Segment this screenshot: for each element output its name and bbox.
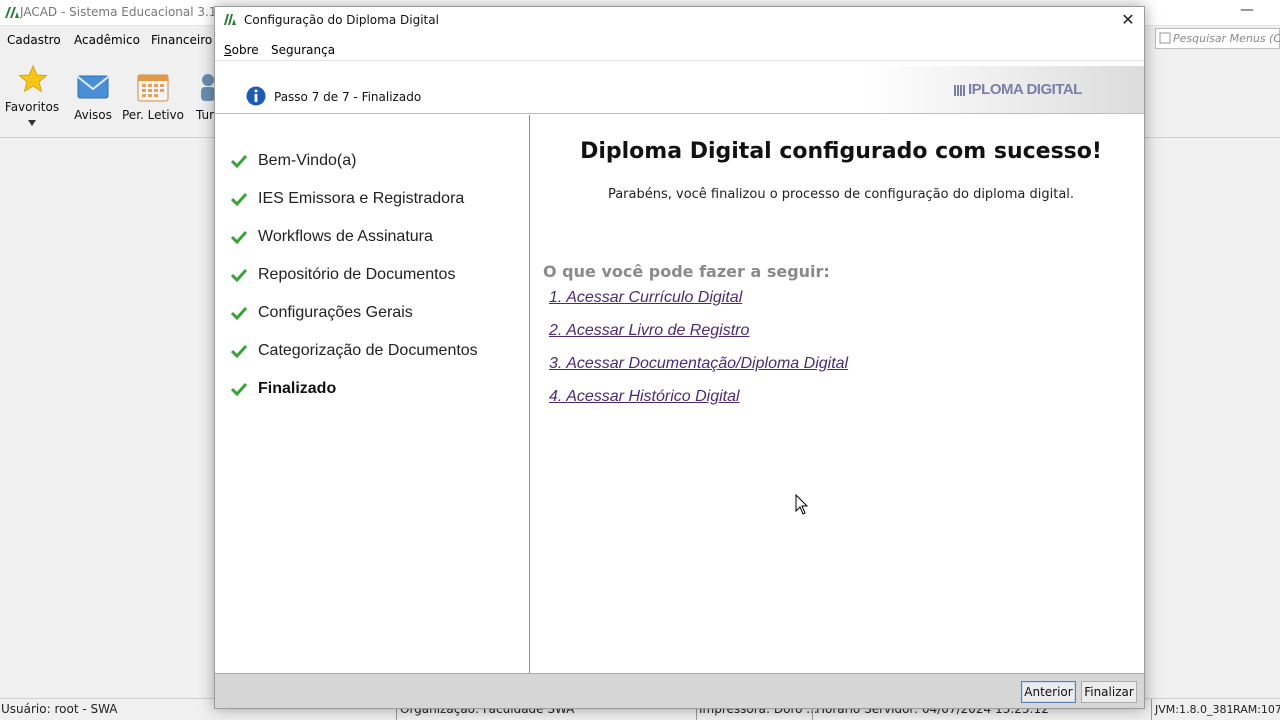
status-user: Usuário: root - SWA (1, 702, 118, 716)
link-documentacao-diploma[interactable]: 3. Acessar Documentação/Diploma Digital (549, 355, 848, 373)
chevron-down-icon (28, 120, 36, 126)
envelope-icon (77, 75, 109, 99)
diploma-digital-logo: IPLOMA DIGITAL (968, 81, 1082, 98)
step-label: Repositório de Documentos (258, 266, 456, 283)
status-jvm: JVM:1.8.0_381 (1155, 703, 1234, 716)
status-separator (1151, 699, 1152, 720)
info-icon (246, 86, 266, 106)
toolbar-per-letivo-button[interactable]: Per. Letivo (122, 56, 184, 134)
menu-search-box[interactable] (1155, 28, 1280, 49)
step-label: Categorização de Documentos (258, 342, 478, 359)
dialog-titlebar: Configuração do Diploma Digital ✕ (215, 7, 1144, 33)
close-button[interactable]: ✕ (1116, 10, 1140, 30)
checkmark-icon (231, 268, 247, 282)
diploma-digital-logo-icon (954, 85, 965, 96)
checkmark-icon (231, 344, 247, 358)
link-curriculo-digital[interactable]: 1. Acessar Currículo Digital (549, 289, 742, 307)
link-historico-digital[interactable]: 4. Acessar Histórico Digital (549, 388, 740, 406)
toolbar-favoritos-button[interactable]: Favoritos (2, 56, 62, 134)
menu-seguranca[interactable]: Segurança (271, 43, 335, 57)
next-steps-heading: O que você pode fazer a seguir: (543, 262, 830, 281)
checkmark-icon (231, 154, 247, 168)
checkmark-icon (231, 230, 247, 244)
step-label: Finalizado (258, 380, 337, 397)
menu-sobre-mnemonic: S (224, 43, 232, 57)
jacad-logo-icon (5, 7, 19, 18)
step-label: IES Emissora e Registradora (258, 190, 465, 207)
success-headline: Diploma Digital configurado com sucesso! (580, 139, 1102, 164)
menu-financeiro[interactable]: Financeiro (151, 33, 212, 47)
main-window-title: JACAD - Sistema Educacional 3.1.54 (20, 5, 236, 19)
minimize-button[interactable]: — (1236, 2, 1258, 20)
step-label: Configurações Gerais (258, 304, 413, 321)
diploma-config-dialog: Configuração do Diploma Digital ✕ Sobre … (214, 6, 1145, 709)
jacad-logo-icon (224, 14, 236, 25)
toolbar-per-letivo-label: Per. Letivo (122, 108, 184, 122)
wizard-content: Diploma Digital configurado com sucesso!… (531, 115, 1144, 673)
star-icon (18, 64, 48, 93)
checkmark-icon (231, 192, 247, 206)
mouse-pointer-icon (795, 494, 809, 515)
status-ram: RAM:107, (1233, 703, 1280, 716)
checkmark-icon (231, 306, 247, 320)
menu-sobre[interactable]: Sobre (224, 43, 259, 57)
success-subtitle: Parabéns, você finalizou o processo de c… (607, 187, 1075, 202)
toolbar-avisos-button[interactable]: Avisos (66, 56, 120, 134)
toolbar-favoritos-label: Favoritos (4, 100, 60, 114)
menu-search-input[interactable] (1173, 30, 1280, 47)
menu-academico[interactable]: Acadêmico (74, 33, 140, 47)
link-livro-registro[interactable]: 2. Acessar Livro de Registro (549, 322, 749, 340)
toolbar-turmas-label: Tur (196, 108, 214, 122)
dialog-header: Passo 7 de 7 - Finalizado IPLOMA DIGITAL (215, 66, 1144, 114)
people-icon (201, 74, 214, 101)
toolbar-turmas-button[interactable]: Tur (192, 56, 214, 134)
checkmark-icon (231, 382, 247, 396)
toolbar-avisos-label: Avisos (74, 108, 112, 122)
finish-button[interactable]: Finalizar (1081, 681, 1137, 703)
step-indicator: Passo 7 de 7 - Finalizado (274, 90, 422, 104)
step-label: Bem-Vindo(a) (258, 152, 357, 169)
dialog-footer: Anterior Finalizar (215, 673, 1144, 708)
dialog-menubar: Sobre Segurança (215, 37, 1144, 61)
step-label: Workflows de Assinatura (258, 228, 433, 245)
menu-seguranca-label: Segurança (271, 43, 336, 57)
menu-cadastro[interactable]: Cadastro (7, 33, 61, 47)
wizard-steps-list: Bem-Vindo(a) IES Emissora e Registradora… (215, 115, 530, 673)
calendar-icon (137, 74, 169, 102)
dialog-title: Configuração do Diploma Digital (244, 13, 439, 27)
back-button[interactable]: Anterior (1021, 681, 1076, 703)
menu-sobre-label: obre (231, 43, 259, 57)
search-icon (1159, 32, 1171, 44)
